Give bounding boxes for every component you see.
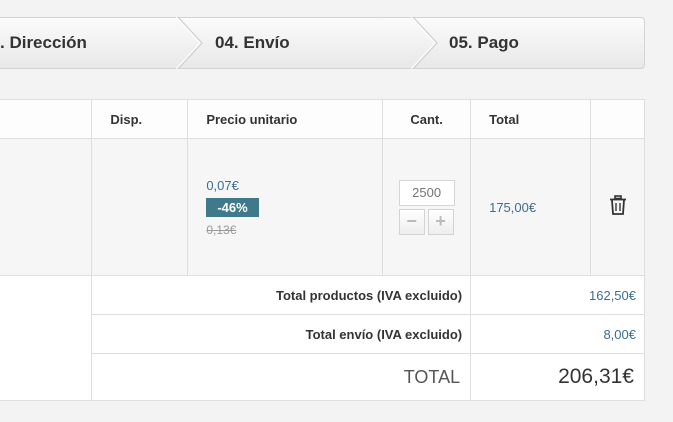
unit-price-cell: 0,07€ -46% 0,13€ (187, 138, 384, 276)
delete-cell (590, 138, 645, 276)
product-cell (0, 138, 93, 276)
summary-row-shipping: Total envío (IVA excluido) 8,00€ (0, 314, 645, 354)
grand-total-value: 206,31€ (470, 353, 645, 401)
step-separator-arrow (411, 17, 438, 69)
header-availability: Disp. (91, 99, 189, 139)
header-unit-price: Precio unitario (187, 99, 384, 139)
availability-cell (91, 138, 189, 276)
total-shipping-label: Total envío (IVA excluido) (91, 314, 472, 354)
header-quantity: Cant. (382, 99, 472, 139)
total-products-label: Total productos (IVA excluido) (91, 275, 472, 315)
table-header-row: Disp. Precio unitario Cant. Total (0, 99, 645, 139)
step-separator-arrow (176, 17, 203, 69)
price-old: 0,13€ (206, 222, 237, 237)
summary-empty-cell (0, 275, 93, 401)
quantity-input[interactable] (398, 179, 455, 206)
summary-row-products: Total productos (IVA excluido) 162,50€ (0, 275, 645, 401)
summary-row-total: TOTAL 206,31€ (0, 353, 645, 401)
header-total: Total (470, 99, 592, 139)
quantity-decrease-button[interactable]: − (398, 208, 425, 235)
checkout-steps: . Dirección 04. Envío 05. Pago (0, 17, 645, 69)
quantity-increase-button[interactable]: + (427, 208, 454, 235)
quantity-cell: − + (382, 138, 472, 276)
table-row: 0,07€ -46% 0,13€ − + 175,00€ (0, 138, 645, 276)
step-shipping[interactable]: 04. Envío (215, 17, 290, 69)
step-payment[interactable]: 05. Pago (449, 17, 519, 69)
cart-table: Disp. Precio unitario Cant. Total 0,07€ … (0, 99, 645, 401)
trash-icon[interactable] (609, 194, 627, 215)
discount-badge: -46% (206, 197, 259, 217)
total-shipping-value: 8,00€ (470, 314, 645, 354)
total-products-value: 162,50€ (470, 275, 645, 315)
line-total: 175,00€ (470, 138, 592, 276)
price-new: 0,07€ (206, 177, 239, 193)
step-address[interactable]: . Dirección (0, 17, 87, 69)
header-delete (590, 99, 645, 139)
grand-total-label: TOTAL (91, 353, 472, 401)
steps-background (0, 17, 645, 69)
header-product (0, 99, 93, 139)
